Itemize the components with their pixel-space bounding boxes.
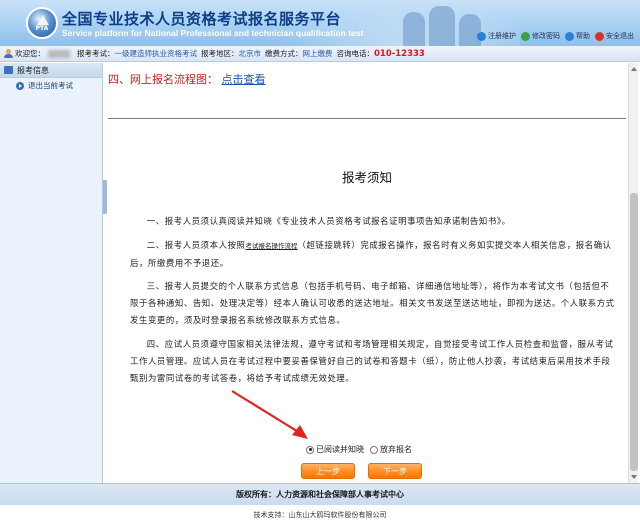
footer-copyright: 版权所有：人力资源和社会保障部人事考试中心 [0,483,640,505]
arrow-circle-icon [16,81,24,90]
exam-label: 报考考试： [77,49,115,58]
notice-paragraph-2: 二、报考人员须本人按照考试报名操作流程（超链接跳转）完成报名操作，报名时有义务如… [130,240,612,268]
main-content: 四、网上报名流程图： 点击查看 报考须知 一、报考人员须认真阅读并知晓《专业技术… [108,63,628,483]
scroll-thumb[interactable] [630,193,638,471]
logout-link[interactable]: 安全退出 [595,31,634,41]
site-title: 全国专业技术人员资格考试报名服务平台 [62,10,342,28]
key-icon [521,31,530,41]
register-maintain-link[interactable]: 注册维护 [477,31,516,41]
blurred-username [48,49,70,58]
change-password-link[interactable]: 修改密码 [521,31,560,41]
notice-paragraph-4: 四、应试人员须遵守国家相关法律法规，遵守考试和考场管理相关规定，自觉接受考试工作… [130,339,614,383]
sidebar-item-exit-exam[interactable]: 退出当前考试 [0,78,102,93]
power-icon [595,31,604,41]
welcome-label: 欢迎您： [15,49,45,58]
help-icon [565,31,574,41]
sidebar-collapse-handle[interactable] [103,180,107,214]
region-label: 报考地区： [201,49,239,58]
red-arrow-annotation [231,390,308,439]
next-step-button[interactable]: 下一步 [368,463,422,479]
process-section: 四、网上报名流程图： 点击查看 [108,71,266,87]
region-value: 北京市 [238,49,262,58]
pay-value: 网上缴费 [302,49,333,58]
process-view-link[interactable]: 点击查看 [222,73,266,86]
folder-icon [4,66,13,74]
user-info-bar: 欢迎您： 报考考试： 一级建造师执业资格考试 报考地区： 北京市 缴费方式： 网… [0,46,640,62]
scroll-down-icon[interactable] [630,473,638,481]
phone-label: 咨询电话： [336,49,375,58]
footer-tech-support: 技术支持：山东山大鸥玛软件股份有限公司 [0,505,640,526]
help-link[interactable]: 帮助 [565,31,590,41]
decline-radio[interactable]: 放弃报名 [370,444,412,455]
user-edit-icon [477,31,486,41]
user-icon [4,49,13,58]
sidebar: 报考信息 退出当前考试 [0,63,103,483]
agreement-radio-group: 已阅读并知晓 放弃报名 [306,444,412,455]
sidebar-header: 报考信息 [0,63,102,78]
operation-flow-link[interactable]: 考试报名操作流程 [246,242,298,250]
notice-paragraph-1: 一、报考人员须认真阅读并知晓《专业技术人员资格考试报名证明事项告知承诺制告知书》… [146,216,511,226]
divider [108,118,626,119]
decline-radio-circle[interactable] [370,445,378,454]
header-links: 注册维护 修改密码 帮助 安全退出 [477,31,634,41]
notice-title: 报考须知 [341,170,392,185]
agree-radio[interactable]: 已阅读并知晓 [306,444,364,455]
agree-radio-circle[interactable] [306,445,314,454]
exam-value: 一级建造师执业资格考试 [114,49,198,58]
phone-value: 010-12333 [374,48,425,59]
process-title: 四、网上报名流程图： [108,73,218,86]
header-people-image [395,0,490,46]
scroll-up-icon[interactable] [630,65,638,73]
site-footer: 版权所有：人力资源和社会保障部人事考试中心 技术支持：山东山大鸥玛软件股份有限公… [0,483,640,526]
notice-paragraph-3: 三、报考人员提交的个人联系方式信息（包括手机号码、电子邮箱、详细通信地址等），将… [130,281,615,325]
pay-label: 缴费方式： [265,49,303,58]
prev-step-button[interactable]: 上一步 [301,463,355,479]
site-subtitle: Service platform for National Profession… [62,28,364,38]
site-logo: PTA [26,7,58,39]
main-scrollbar[interactable] [628,63,638,483]
site-header: PTA 全国专业技术人员资格考试报名服务平台 Service platform … [0,0,640,46]
